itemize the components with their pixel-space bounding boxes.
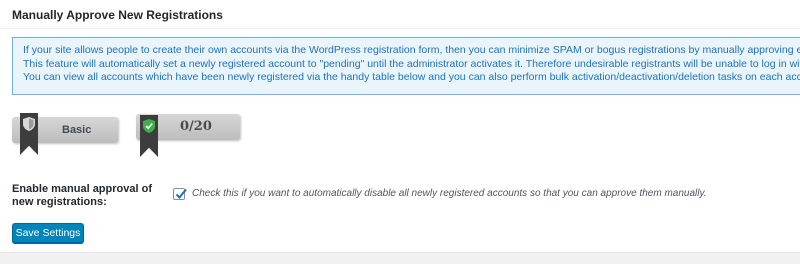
security-points-value: 0/20 bbox=[180, 119, 212, 134]
checkmark-icon bbox=[175, 188, 187, 199]
manual-approval-description: Check this if you want to automatically … bbox=[192, 188, 707, 199]
info-notice: If your site allows people to create the… bbox=[12, 37, 800, 95]
info-line-1: If your site allows people to create the… bbox=[23, 44, 800, 56]
settings-panel: Manually Approve New Registrations If yo… bbox=[0, 0, 800, 253]
security-level-label: Basic bbox=[62, 124, 92, 136]
save-settings-button[interactable]: Save Settings bbox=[12, 223, 84, 243]
info-line-3: You can view all accounts which have bee… bbox=[23, 71, 800, 83]
manual-approval-label: Enable manual approval of new registrati… bbox=[12, 183, 152, 208]
shield-icon bbox=[23, 117, 35, 131]
shield-check-icon bbox=[143, 119, 155, 133]
security-level-badge: Basic bbox=[12, 113, 118, 155]
title-divider bbox=[0, 28, 800, 29]
info-line-2: This feature will automatically set a ne… bbox=[23, 57, 800, 70]
section-title: Manually Approve New Registrations bbox=[12, 8, 223, 22]
manual-approval-checkbox[interactable] bbox=[173, 188, 187, 200]
security-points-badge: 0/20 bbox=[136, 114, 240, 157]
points-ribbon bbox=[140, 115, 158, 157]
level-ribbon bbox=[20, 113, 38, 155]
